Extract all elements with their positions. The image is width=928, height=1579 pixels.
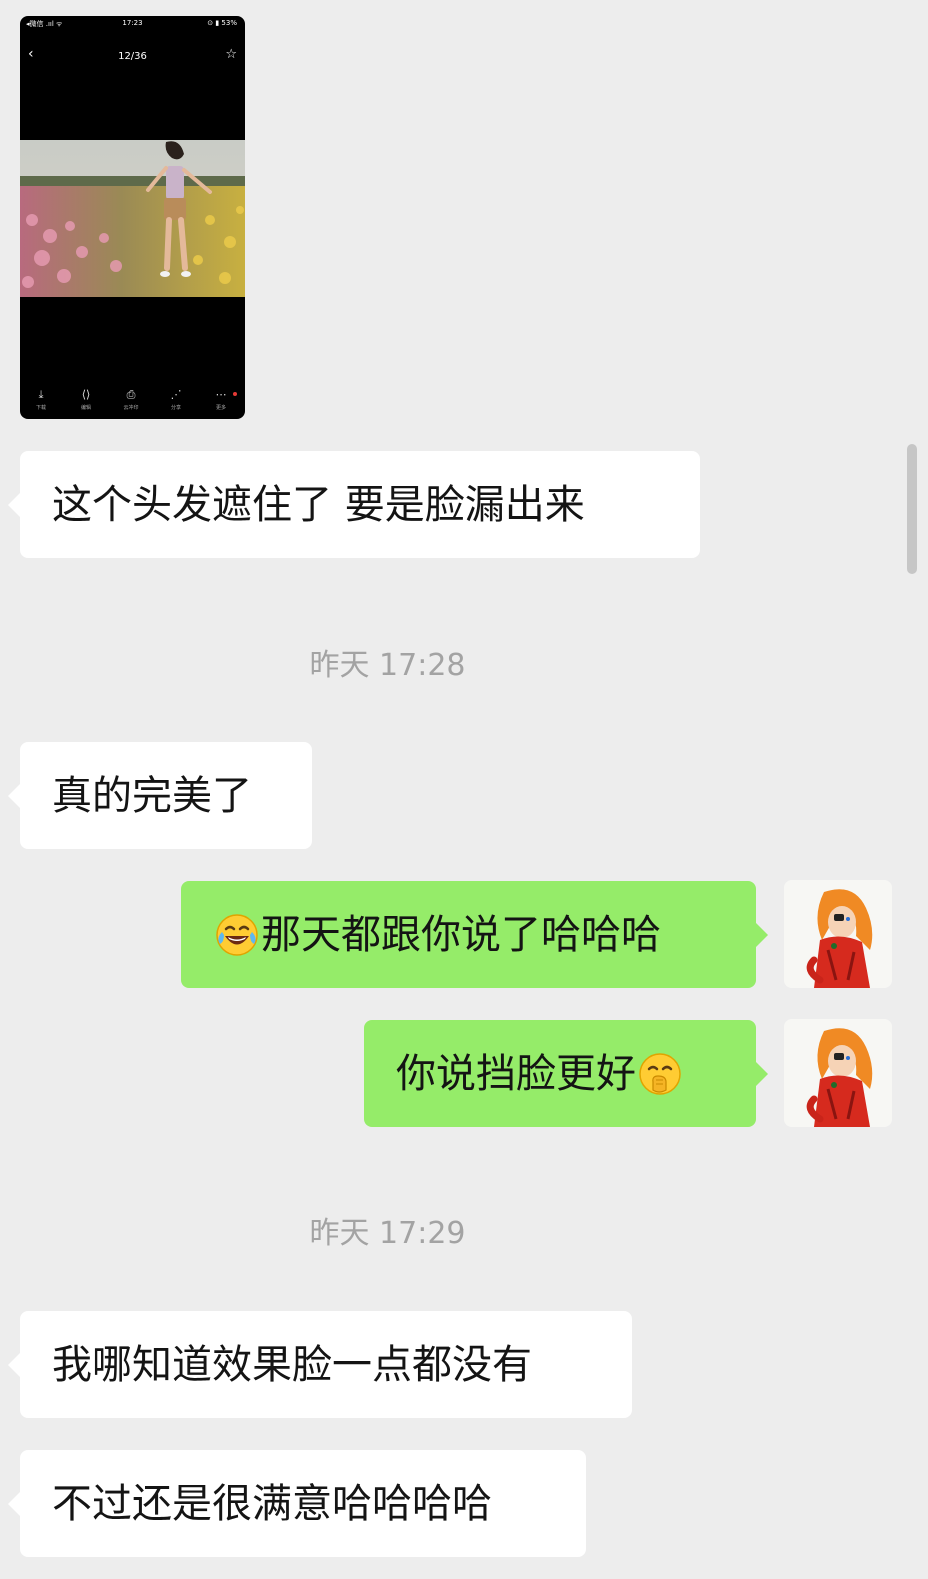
message-text: 真的完美了 (52, 772, 252, 819)
print-icon: ⎙ 云冲印 (123, 388, 139, 411)
message-bubble-sent[interactable]: 你说挡脸更好 (364, 1020, 768, 1127)
image-message[interactable]: ◂微信 .ııl ᯤ 17:23 ⊙ ▮ 53% ‹ 12/36 ☆ ⤓ 下载 … (20, 16, 245, 419)
giggle-emoji-icon (639, 1052, 681, 1095)
message-bubble-received[interactable]: 我哪知道效果脸一点都没有 (8, 1311, 632, 1418)
notification-dot (233, 392, 237, 396)
download-icon: ⤓ 下载 (35, 388, 46, 411)
timestamp: 昨天 17:28 (309, 648, 466, 683)
phone-viewer-toolbar: ⤓ 下载 ⟨⟩ 编辑 ⎙ 云冲印 ⋰ 分享 ⋯ 更多 (20, 388, 245, 418)
star-icon: ☆ (225, 47, 237, 62)
more-icon: ⋯ 更多 (215, 388, 227, 411)
phone-status-bar: ◂微信 .ııl ᯤ 17:23 ⊙ ▮ 53% (20, 16, 245, 32)
message-bubble-received[interactable]: 这个头发遮住了 要是脸漏出来 (8, 451, 700, 558)
message-bubble-received[interactable]: 真的完美了 (8, 742, 312, 849)
status-battery: ⊙ ▮ 53% (207, 19, 237, 27)
tears-of-joy-emoji-icon (216, 913, 258, 956)
avatar[interactable] (784, 1019, 892, 1127)
image-counter: 12/36 (118, 51, 147, 62)
share-icon: ⋰ 分享 (170, 388, 182, 411)
edit-icon: ⟨⟩ 编辑 (80, 388, 91, 411)
message-text: 这个头发遮住了 要是脸漏出来 (52, 481, 585, 528)
message-text: 你说挡脸更好 (396, 1050, 636, 1097)
photo (20, 140, 245, 297)
phone-viewer-nav: ‹ 12/36 ☆ (20, 44, 245, 68)
message-bubble-sent[interactable]: 那天都跟你说了哈哈哈 (181, 881, 768, 988)
message-text: 那天都跟你说了哈哈哈 (261, 911, 661, 958)
avatar[interactable] (784, 880, 892, 988)
message-text: 不过还是很满意哈哈哈哈 (52, 1480, 492, 1527)
message-text: 我哪知道效果脸一点都没有 (52, 1341, 532, 1388)
timestamp: 昨天 17:29 (309, 1216, 466, 1251)
message-bubble-received[interactable]: 不过还是很满意哈哈哈哈 (8, 1450, 586, 1557)
scrollbar[interactable] (907, 444, 917, 574)
